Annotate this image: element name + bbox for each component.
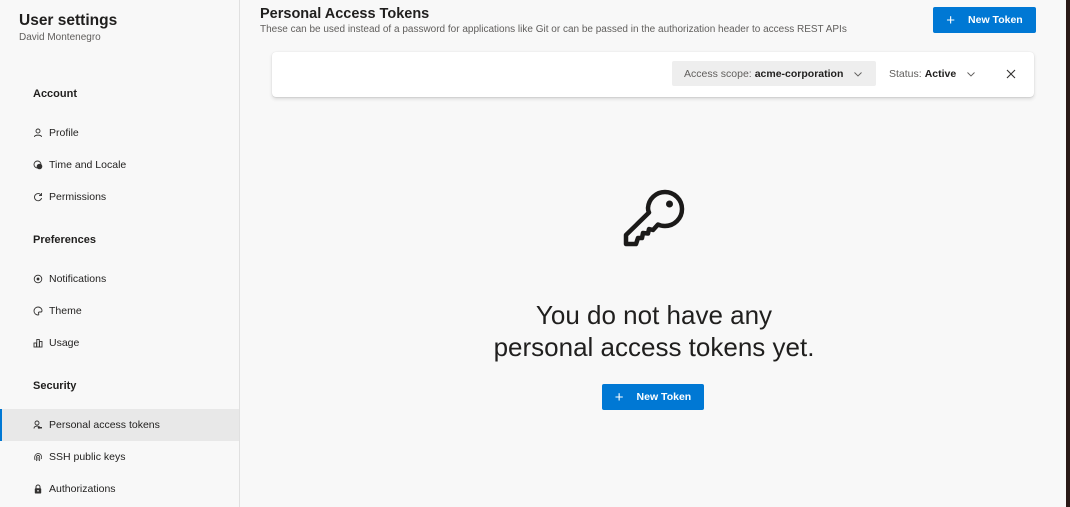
- key-icon: [623, 189, 685, 247]
- chevron-down-icon: [967, 71, 976, 77]
- sidebar-item-label: Usage: [49, 337, 80, 349]
- status-filter[interactable]: Status: Active: [877, 61, 988, 86]
- plus-icon: +: [614, 388, 624, 406]
- sidebar-item-label: Personal access tokens: [49, 419, 160, 431]
- lock-icon: [33, 484, 43, 494]
- sidebar-item-label: Time and Locale: [49, 159, 127, 171]
- sidebar-item-label: Profile: [49, 127, 79, 139]
- sidebar-item-theme[interactable]: Theme: [0, 295, 239, 327]
- empty-state-line2: personal access tokens yet.: [493, 332, 815, 362]
- settings-sidebar: User settings David Montenegro Account P…: [0, 0, 240, 507]
- chart-icon: [33, 338, 43, 348]
- empty-state-message: You do not have any personal access toke…: [452, 299, 856, 363]
- notification-icon: [33, 274, 43, 284]
- sidebar-item-label: Permissions: [49, 191, 107, 203]
- access-scope-value: acme-corporation: [754, 67, 844, 80]
- group-preferences-label: Preferences: [33, 234, 96, 246]
- sidebar-item-permissions[interactable]: Permissions: [0, 181, 239, 213]
- person-key-icon: [33, 420, 43, 430]
- sidebar-title: User settings: [19, 12, 118, 29]
- profile-icon: [33, 128, 43, 138]
- plus-icon: +: [946, 11, 956, 29]
- window-edge: [1066, 0, 1070, 507]
- status-value: Active: [924, 67, 957, 80]
- main-content: Personal Access Tokens These can be used…: [240, 0, 1066, 507]
- sidebar-item-usage[interactable]: Usage: [0, 327, 239, 359]
- new-token-label: New Token: [636, 391, 692, 403]
- sidebar-item-label: Theme: [49, 305, 82, 317]
- fingerprint-icon: [33, 452, 43, 462]
- new-token-label: New Token: [968, 14, 1023, 26]
- refresh-icon: [33, 192, 43, 202]
- globe-clock-icon: [33, 160, 43, 170]
- sidebar-item-label: Notifications: [49, 273, 107, 285]
- sidebar-item-profile[interactable]: Profile: [0, 117, 239, 149]
- page-description: These can be used instead of a password …: [260, 24, 847, 35]
- group-security-label: Security: [33, 380, 77, 392]
- group-account-label: Account: [33, 88, 77, 100]
- sidebar-item-label: SSH public keys: [49, 451, 126, 463]
- sidebar-item-label: Authorizations: [49, 483, 116, 495]
- sidebar-item-ssh-public-keys[interactable]: SSH public keys: [0, 441, 239, 473]
- empty-state-new-token-button[interactable]: + New Token: [602, 384, 704, 410]
- access-scope-label: Access scope:: [684, 67, 752, 80]
- status-label: Status:: [889, 67, 922, 80]
- sidebar-item-personal-access-tokens[interactable]: Personal access tokens: [0, 409, 239, 441]
- sidebar-item-authorizations[interactable]: Authorizations: [0, 473, 239, 505]
- user-name: David Montenegro: [19, 32, 101, 43]
- access-scope-filter[interactable]: Access scope: acme-corporation: [672, 61, 876, 86]
- filter-bar: Access scope: acme-corporation Status: A…: [272, 52, 1034, 97]
- chevron-down-icon: [854, 71, 863, 77]
- sidebar-item-notifications[interactable]: Notifications: [0, 263, 239, 295]
- sidebar-item-time-and-locale[interactable]: Time and Locale: [0, 149, 239, 181]
- clear-filters-close-icon[interactable]: [1004, 67, 1018, 81]
- palette-icon: [33, 306, 43, 316]
- new-token-button[interactable]: + New Token: [933, 7, 1036, 33]
- page-title: Personal Access Tokens: [260, 6, 430, 22]
- empty-state-line1: You do not have any: [535, 300, 773, 330]
